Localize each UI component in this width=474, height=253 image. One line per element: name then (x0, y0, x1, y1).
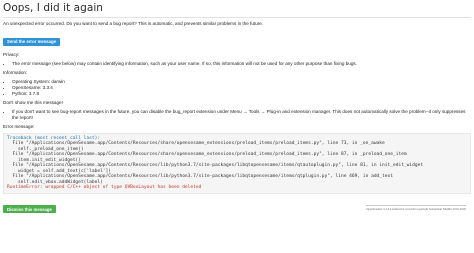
footer-text: OpenSesame 3.3.4 Lentiform Lavavich Copy… (366, 207, 466, 211)
list-item: Python: 3.7.8 (12, 91, 471, 97)
bug-report-page: Oops, I did it again An unexpected error… (3, 0, 471, 216)
send-error-button[interactable]: Send the error message (3, 37, 60, 46)
list-item: If you don't want to see bug-report mess… (12, 109, 471, 121)
intro-text: An unexpected error occurred. Do you wan… (3, 21, 264, 26)
page-title: Oops, I did it again (3, 2, 471, 18)
privacy-label: Privacy: (3, 52, 20, 57)
dismiss-button[interactable]: Dismiss this message (3, 205, 56, 214)
traceback-line: self.edit_vbox.addWidget(label) (7, 179, 103, 185)
traceback-line: File "/Applications/OpenSesame.app/Conte… (7, 174, 393, 180)
traceback-line: File "/Applications/OpenSesame.app/Conte… (7, 152, 407, 158)
information-list: Operating System: darwin OpenSesame: 3.3… (3, 79, 471, 97)
list-item: The error message (see below) may contai… (12, 61, 471, 67)
information-label: Information: (3, 70, 28, 75)
privacy-list: The error message (see below) may contai… (3, 61, 471, 67)
error-label: Error message: (3, 124, 35, 129)
traceback-error: RuntimeError: wrapped C/C++ object of ty… (7, 185, 202, 191)
no-show-list: If you don't want to see bug-report mess… (3, 109, 471, 121)
footer-divider (366, 205, 466, 206)
no-show-label: Don't show me this message! (3, 100, 63, 105)
traceback-block: Traceback (most recent call last): File … (3, 133, 471, 194)
traceback-line: widget = self.add_text(c['label']) (7, 168, 112, 174)
traceback-line: File "/Applications/OpenSesame.app/Conte… (7, 163, 424, 169)
footer: OpenSesame 3.3.4 Lentiform Lavavich Copy… (366, 205, 466, 211)
traceback-line: File "/Applications/OpenSesame.app/Conte… (7, 141, 385, 147)
